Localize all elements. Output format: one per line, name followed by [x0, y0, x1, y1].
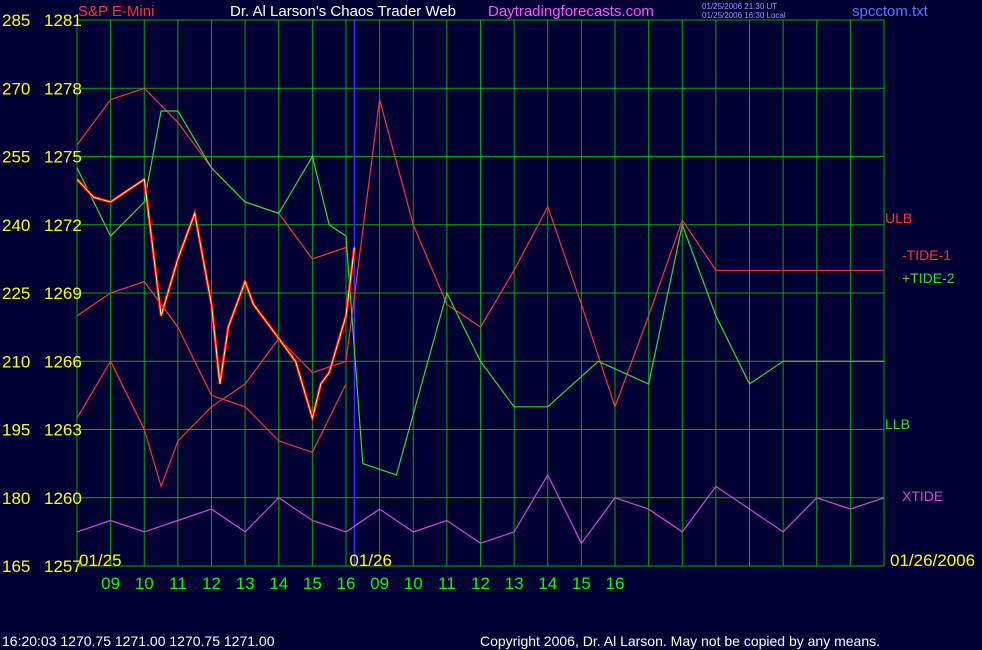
y-tick-label: 270 — [2, 79, 30, 98]
x-tick-label: 16 — [606, 574, 625, 593]
x-tick-label: 13 — [236, 574, 255, 593]
price-tick-label: 1272 — [44, 216, 82, 235]
price-tick-label: 1263 — [44, 421, 82, 440]
price-tick-label: 1266 — [44, 352, 82, 371]
x-tick-label: 12 — [471, 574, 490, 593]
y-tick-label: 255 — [2, 148, 30, 167]
series-label: LLB — [885, 416, 910, 432]
timestamp-ut: 01/25/2006 21:30 UT — [702, 2, 777, 11]
x-tick-label: 14 — [269, 574, 288, 593]
x-tick-label: 09 — [370, 574, 389, 593]
y-tick-label: 285 — [2, 11, 30, 30]
date-label: 01/26 — [349, 551, 392, 570]
x-tick-label: 15 — [572, 574, 591, 593]
copyright: Copyright 2006, Dr. Al Larson. May not b… — [480, 633, 880, 649]
date-label: 01/26/2006 — [890, 551, 975, 570]
price-tick-label: 1278 — [44, 79, 82, 98]
y-tick-label: 210 — [2, 352, 30, 371]
x-tick-label: 16 — [337, 574, 356, 593]
y-tick-label: 225 — [2, 284, 30, 303]
x-tick-label: 12 — [202, 574, 221, 593]
y-tick-label: 165 — [2, 557, 30, 576]
y-tick-label: 240 — [2, 216, 30, 235]
chaos-trader-chart: 285 1281 270 1278 255 1275 240 1272 225 1269 210 12… — [0, 0, 982, 650]
price-tick-label: 1260 — [44, 489, 82, 508]
series-label: -TIDE-1 — [902, 247, 951, 263]
data-file-name: spcctom.txt — [852, 3, 929, 20]
y-tick-label: 195 — [2, 421, 30, 440]
x-tick-label: 10 — [135, 574, 154, 593]
price-tick-label: 1275 — [44, 148, 82, 167]
series-label: +TIDE-2 — [902, 270, 955, 286]
last-quote: 16:20:03 1270.75 1271.00 1270.75 1271.00 — [2, 633, 275, 649]
chart-background — [0, 0, 982, 650]
x-tick-label: 10 — [404, 574, 423, 593]
x-tick-label: 14 — [538, 574, 557, 593]
site-name: Daytradingforecasts.com — [488, 3, 654, 20]
series-label: XTIDE — [902, 488, 943, 504]
x-tick-label: 11 — [438, 574, 456, 593]
price-tick-label: 1269 — [44, 284, 82, 303]
y-tick-label: 180 — [2, 489, 30, 508]
date-label: 01/25 — [79, 551, 122, 570]
price-tick-label: 1257 — [44, 557, 82, 576]
series-label: ULB — [885, 210, 912, 226]
x-tick-label: 15 — [303, 574, 322, 593]
timestamp-local: 01/25/2006 16:30 Local — [702, 11, 786, 20]
chart-title: Dr. Al Larson's Chaos Trader Web — [230, 3, 456, 20]
x-tick-label: 09 — [101, 574, 120, 593]
x-tick-label: 13 — [505, 574, 524, 593]
x-tick-label: 11 — [169, 574, 187, 593]
price-tick-label: 1281 — [44, 11, 82, 30]
chart-symbol: S&P E-Mini — [78, 3, 154, 20]
